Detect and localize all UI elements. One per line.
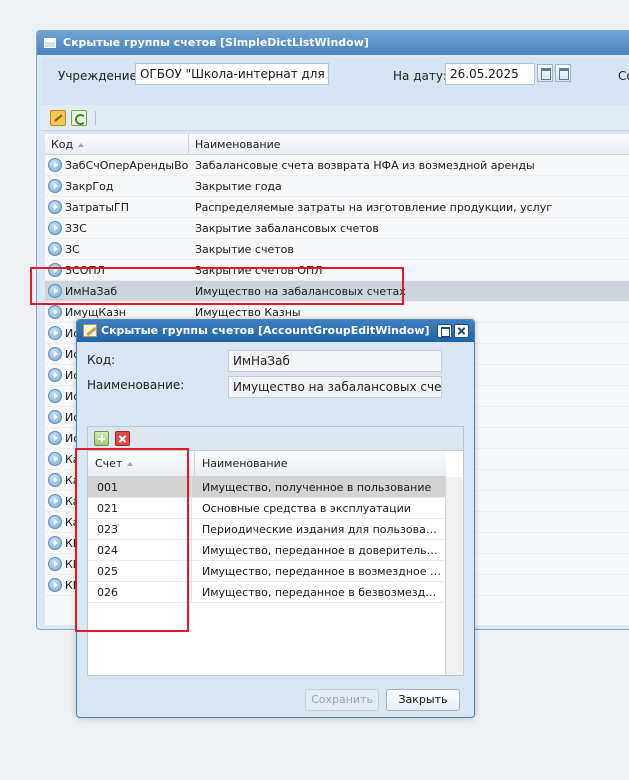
account-name: Имущество, переданное в безвозмездное по… [202, 586, 442, 599]
table-row[interactable]: ЗатратыГП Распределяемые затраты на изгот… [45, 197, 629, 218]
table-row[interactable]: ЗабСчОперАрендыВозм Забалансовые счета во… [45, 155, 629, 176]
row-expand-icon[interactable] [48, 347, 62, 361]
code-label: Код: [87, 353, 116, 367]
column-account-name-header[interactable]: Наименование [195, 451, 446, 477]
row-name: Закрытие счетов [195, 243, 294, 256]
row-expand-icon[interactable] [48, 431, 62, 445]
date-label: На дату: [393, 69, 447, 83]
date-field[interactable]: 26.05.2025 [445, 63, 535, 85]
extra-label: Со [618, 69, 629, 83]
row-expand-icon[interactable] [48, 389, 62, 403]
edit-window-icon [83, 324, 97, 337]
row-expand-icon[interactable] [48, 179, 62, 193]
row-code: ЗЗС [65, 222, 87, 235]
row-expand-icon[interactable] [48, 494, 62, 508]
row-expand-icon[interactable] [48, 368, 62, 382]
vertical-scrollbar[interactable] [445, 477, 463, 675]
row-expand-icon[interactable] [48, 410, 62, 424]
institution-label: Учреждение: [58, 69, 141, 83]
delete-icon[interactable] [115, 431, 130, 446]
add-icon[interactable] [94, 431, 109, 446]
account-name: Периодические издания для пользования [202, 523, 442, 536]
row-name: Закрытие забалансовых счетов [195, 222, 379, 235]
save-button[interactable]: Сохранить [305, 689, 379, 711]
row-code: ЗакрГод [65, 180, 114, 193]
account-name: Имущество, полученное в пользование [202, 481, 432, 494]
table-row[interactable]: ЗЗС Закрытие забалансовых счетов [45, 218, 629, 239]
row-code: ЗатратыГП [65, 201, 129, 214]
column-name-header[interactable]: Наименование [189, 134, 629, 155]
row-expand-icon[interactable] [48, 326, 62, 340]
row-expand-icon[interactable] [48, 515, 62, 529]
today-calendar-icon[interactable] [555, 64, 571, 82]
account-name: Имущество, переданное в доверительное уп… [202, 544, 442, 557]
close-button[interactable]: Закрыть [386, 689, 460, 711]
row-expand-icon[interactable] [48, 536, 62, 550]
account-name: Основные средства в эксплуатации [202, 502, 411, 515]
row-name: Распределяемые затраты на изготовление п… [195, 201, 552, 214]
main-window-title: Скрытые группы счетов [SimpleDictListWin… [63, 36, 369, 49]
highlight-account-column [75, 448, 189, 632]
window-icon [44, 38, 56, 48]
row-expand-icon[interactable] [48, 158, 62, 172]
row-code: ЗабСчОперАрендыВозм [65, 159, 189, 172]
table-row[interactable]: ЗС Закрытие счетов [45, 239, 629, 260]
row-name: Забалансовые счета возврата НФА из возме… [195, 159, 535, 172]
code-field[interactable]: ИмНаЗаб [228, 350, 442, 372]
row-expand-icon[interactable] [48, 473, 62, 487]
close-icon[interactable] [454, 324, 469, 338]
dialog-titlebar[interactable]: Скрытые группы счетов [AccountGroupEditW… [77, 320, 474, 342]
edit-icon[interactable] [50, 110, 66, 126]
dialog-title: Скрытые группы счетов [AccountGroupEditW… [101, 324, 430, 337]
row-expand-icon[interactable] [48, 578, 62, 592]
account-name: Имущество, переданное в возмездное польз… [202, 565, 442, 578]
calendar-icon[interactable] [537, 64, 553, 82]
table-row[interactable]: ЗакрГод Закрытие года [45, 176, 629, 197]
highlight-selected-row [30, 267, 404, 305]
toolbar-separator [95, 111, 96, 125]
name-label: Наименование: [87, 378, 185, 392]
row-name: Закрытие года [195, 180, 282, 193]
institution-field[interactable]: ОГБОУ "Школа-интернат для обу [135, 63, 329, 85]
main-grid-header: Код Наименование [45, 134, 629, 155]
sort-asc-icon [78, 143, 85, 147]
row-expand-icon[interactable] [48, 200, 62, 214]
row-code: ЗС [65, 243, 80, 256]
row-expand-icon[interactable] [48, 557, 62, 571]
column-code-header[interactable]: Код [45, 134, 189, 155]
name-field[interactable]: Имущество на забалансовых счетах [228, 376, 442, 398]
row-expand-icon[interactable] [48, 221, 62, 235]
maximize-icon[interactable] [437, 324, 452, 338]
row-expand-icon[interactable] [48, 305, 62, 319]
refresh-icon[interactable] [71, 110, 87, 126]
main-toolbar [41, 105, 629, 131]
row-expand-icon[interactable] [48, 452, 62, 466]
row-expand-icon[interactable] [48, 242, 62, 256]
main-window-titlebar[interactable]: Скрытые группы счетов [SimpleDictListWin… [37, 31, 629, 55]
